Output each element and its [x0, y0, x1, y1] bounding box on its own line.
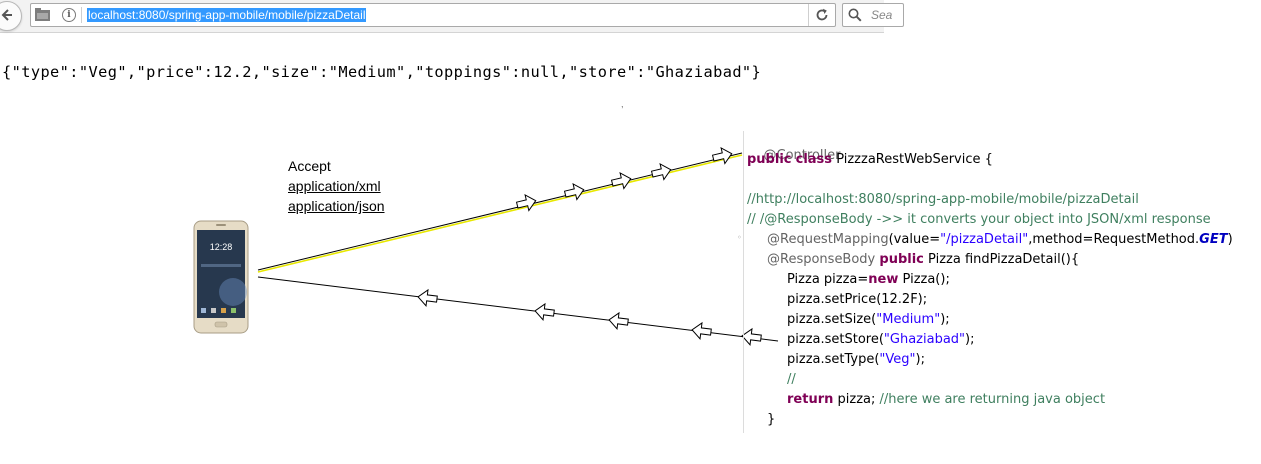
code-line-method-signature: @ResponseBody public Pizza findPizzaDeta…	[767, 252, 1080, 267]
fold-marker-icon: ◦	[737, 233, 742, 242]
request-arrow	[649, 161, 674, 183]
code-line-new-pizza: Pizza pizza=new Pizza();	[787, 272, 950, 287]
response-arrow	[416, 288, 439, 308]
code-line-closing-brace: }	[767, 412, 776, 427]
response-arrow	[690, 321, 713, 341]
smartphone-image: 12:28	[193, 220, 249, 334]
code-line-return: return pizza; //here we are returning ja…	[787, 392, 1106, 407]
accept-type-json: application/json	[288, 198, 385, 214]
code-line-set-type: pizza.setType("Veg");	[787, 352, 925, 367]
accept-type-xml: application/xml	[288, 178, 381, 194]
code-line-comment-url: //http://localhost:8080/spring-app-mobil…	[747, 192, 1139, 207]
accept-header-label: Accept	[288, 158, 331, 174]
request-arrow	[562, 181, 587, 203]
code-line-class-decl: public class PizzzaRestWebService {	[747, 152, 993, 167]
response-arrow	[533, 302, 556, 322]
response-arrow	[607, 311, 630, 331]
code-line-empty-comment: //	[787, 372, 796, 387]
request-arrow	[514, 192, 539, 214]
code-line-set-price: pizza.setPrice(12.2F);	[787, 292, 928, 307]
request-arrow	[609, 170, 634, 192]
request-arrow	[710, 145, 735, 167]
code-line-set-store: pizza.setStore("Ghaziabad");	[787, 332, 975, 347]
code-line-comment-responsebody: // /@ResponseBody ->> it converts your o…	[747, 212, 1211, 227]
code-line-request-mapping: @RequestMapping(value="/pizzaDetail",met…	[767, 232, 1233, 247]
code-editor-panel: ◦ @Controller public class PizzzaRestWeb…	[737, 131, 1261, 433]
phone-clock: 12:28	[210, 242, 233, 252]
code-line-set-size: pizza.setSize("Medium");	[787, 312, 950, 327]
